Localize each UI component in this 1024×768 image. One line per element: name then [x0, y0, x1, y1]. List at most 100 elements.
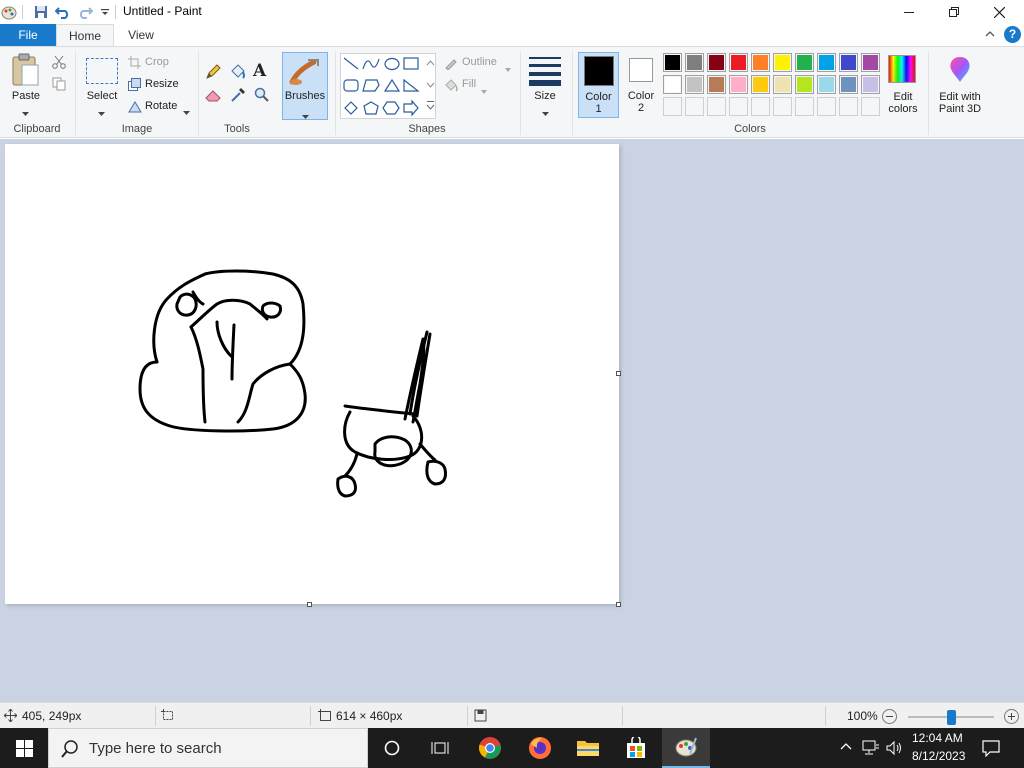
minimize-button[interactable] — [886, 0, 932, 24]
drawing-canvas[interactable] — [5, 144, 619, 604]
palette-swatch[interactable] — [839, 75, 858, 94]
custom-color-slot[interactable] — [795, 97, 814, 116]
redo-icon[interactable] — [76, 3, 94, 21]
color2-button[interactable]: Color 2 — [622, 52, 660, 118]
tab-home[interactable]: Home — [56, 24, 114, 46]
fill-icon[interactable] — [444, 78, 459, 95]
palette-swatch[interactable] — [685, 53, 704, 72]
paste-icon[interactable] — [10, 53, 42, 89]
palette-swatch[interactable] — [861, 53, 880, 72]
custom-color-slot[interactable] — [663, 97, 682, 116]
undo-icon[interactable] — [54, 3, 72, 21]
collapse-ribbon-icon[interactable] — [984, 28, 996, 43]
edit-colors-button[interactable]: Edit colors — [884, 53, 922, 117]
outline-icon[interactable] — [444, 56, 458, 73]
firefox-icon[interactable] — [516, 728, 564, 768]
size-icon[interactable] — [527, 55, 563, 87]
palette-swatch[interactable] — [707, 53, 726, 72]
brushes-button[interactable]: Brushes — [282, 52, 328, 120]
tab-file[interactable]: File — [0, 24, 56, 46]
custom-color-slot[interactable] — [817, 97, 836, 116]
customize-toolbar-icon[interactable] — [96, 3, 114, 21]
palette-swatch[interactable] — [861, 75, 880, 94]
chevron-down-icon[interactable] — [505, 61, 511, 75]
close-button[interactable] — [976, 0, 1022, 24]
palette-swatch[interactable] — [729, 75, 748, 94]
volume-icon[interactable] — [886, 740, 904, 759]
palette-swatch[interactable] — [729, 53, 748, 72]
fill-button[interactable]: Fill — [462, 78, 476, 90]
magnifier-icon[interactable] — [254, 87, 269, 105]
outline-button[interactable]: Outline — [462, 56, 497, 68]
paint-taskbar-icon[interactable] — [662, 728, 710, 768]
paste-button[interactable]: Paste — [8, 90, 44, 102]
zoom-in-button[interactable] — [1004, 709, 1019, 724]
palette-swatch[interactable] — [751, 53, 770, 72]
help-icon[interactable]: ? — [1004, 26, 1021, 43]
resize-handle-bottom[interactable] — [307, 602, 312, 607]
crop-icon[interactable] — [128, 56, 141, 72]
search-input[interactable]: Type here to search — [48, 728, 368, 768]
task-view-button[interactable] — [416, 728, 464, 768]
save-icon[interactable] — [32, 3, 50, 21]
resize-icon[interactable] — [128, 78, 141, 94]
select-icon[interactable] — [86, 58, 118, 84]
color-picker-icon[interactable] — [230, 87, 246, 106]
size-button[interactable]: Size — [527, 90, 563, 102]
crop-button[interactable]: Crop — [145, 56, 169, 68]
fill-bucket-icon[interactable] — [229, 64, 246, 83]
start-button[interactable] — [0, 728, 48, 768]
palette-swatch[interactable] — [817, 75, 836, 94]
clock-date[interactable]: 8/12/2023 — [912, 749, 965, 763]
select-button[interactable]: Select — [82, 90, 122, 102]
palette-swatch[interactable] — [773, 53, 792, 72]
zoom-slider-thumb[interactable] — [947, 710, 956, 725]
resize-button[interactable]: Resize — [145, 78, 179, 90]
expand-gallery-icon[interactable] — [426, 99, 435, 111]
shapes-gallery[interactable] — [340, 53, 436, 119]
restore-button[interactable] — [931, 0, 977, 24]
tab-view[interactable]: View — [116, 24, 166, 46]
chevron-down-icon[interactable] — [22, 105, 29, 119]
custom-color-slot[interactable] — [751, 97, 770, 116]
custom-color-slot[interactable] — [773, 97, 792, 116]
palette-swatch[interactable] — [795, 53, 814, 72]
chrome-icon[interactable] — [466, 728, 514, 768]
paint-app-icon[interactable] — [0, 3, 18, 21]
palette-swatch[interactable] — [663, 75, 682, 94]
resize-handle-corner[interactable] — [616, 602, 621, 607]
rotate-button[interactable]: Rotate — [145, 100, 177, 112]
palette-swatch[interactable] — [795, 75, 814, 94]
palette-swatch[interactable] — [817, 53, 836, 72]
palette-swatch[interactable] — [685, 75, 704, 94]
palette-swatch[interactable] — [839, 53, 858, 72]
clock-time[interactable]: 12:04 AM — [912, 731, 963, 745]
palette-swatch[interactable] — [751, 75, 770, 94]
chevron-down-icon[interactable] — [98, 105, 105, 119]
pencil-icon[interactable] — [205, 64, 221, 83]
scroll-down-icon[interactable] — [426, 79, 435, 91]
scroll-up-icon[interactable] — [426, 57, 435, 69]
chevron-down-icon[interactable] — [481, 83, 487, 97]
chevron-down-icon[interactable] — [183, 104, 190, 118]
rotate-icon[interactable] — [128, 100, 142, 116]
eraser-icon[interactable] — [205, 88, 222, 105]
zoom-out-button[interactable] — [882, 709, 897, 724]
custom-color-slot[interactable] — [685, 97, 704, 116]
network-icon[interactable] — [862, 740, 880, 759]
text-tool-icon[interactable]: A — [253, 61, 266, 81]
custom-color-slot[interactable] — [729, 97, 748, 116]
store-icon[interactable] — [612, 728, 660, 768]
palette-swatch[interactable] — [707, 75, 726, 94]
copy-icon[interactable] — [52, 77, 66, 94]
palette-swatch[interactable] — [663, 53, 682, 72]
show-hidden-icons-icon[interactable] — [840, 740, 852, 754]
cut-icon[interactable] — [52, 55, 66, 72]
chevron-down-icon[interactable] — [542, 105, 549, 119]
resize-handle-right[interactable] — [616, 371, 621, 376]
palette-swatch[interactable] — [773, 75, 792, 94]
cortana-button[interactable] — [368, 728, 416, 768]
custom-color-slot[interactable] — [861, 97, 880, 116]
edit-with-paint3d-button[interactable]: Edit with Paint 3D — [932, 53, 988, 117]
color1-button[interactable]: Color 1 — [578, 52, 619, 118]
